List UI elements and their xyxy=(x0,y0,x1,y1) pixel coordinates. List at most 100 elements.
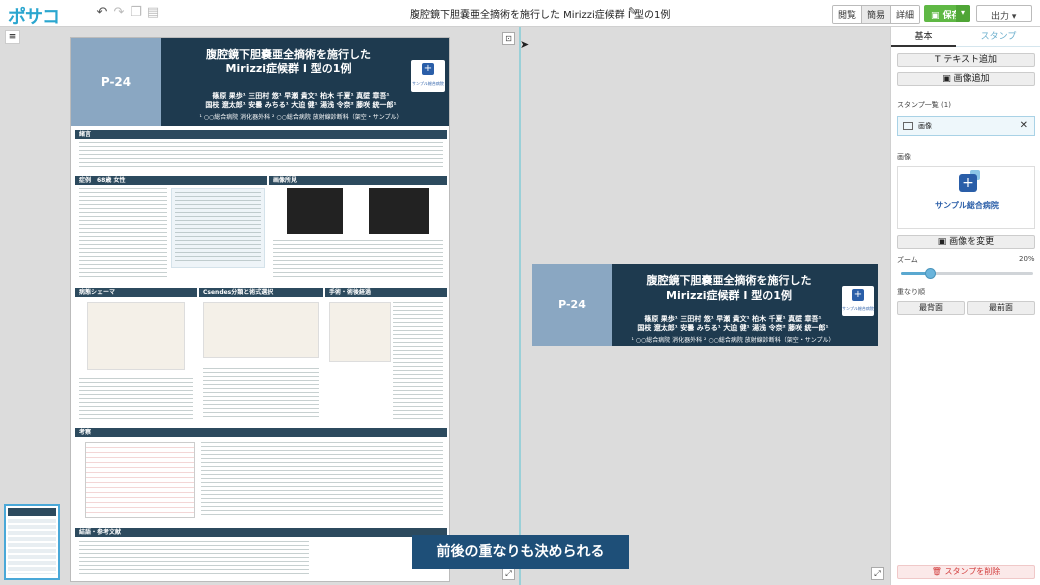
delete-stamp-label: スタンプを削除 xyxy=(944,567,1001,576)
hospital-logo-text: サンプル総合病院 xyxy=(412,81,444,86)
tab-basic[interactable]: 基本 xyxy=(891,27,956,47)
paste-icon[interactable]: ▤ xyxy=(145,5,161,20)
stamp-item-label: 画像 xyxy=(918,122,932,130)
imaging-text xyxy=(273,240,443,280)
poster-title-line1: 腹腔鏡下胆嚢亜全摘術を施行した xyxy=(206,48,371,61)
add-image-button[interactable]: ▣ 画像追加 xyxy=(897,72,1035,86)
csendes-text xyxy=(203,368,319,420)
section-operation[interactable]: 手術・術後経過 xyxy=(325,288,447,424)
section-imaging-heading: 画像所見 xyxy=(269,176,447,185)
zoom-slider-handle[interactable] xyxy=(925,268,936,279)
poster-title-line2: Mirizzi症候群 I 型の1例 xyxy=(225,62,352,75)
section-intro-text xyxy=(79,142,443,170)
case-history-text xyxy=(79,188,167,280)
stamp-authors-line1: 篠原 果歩¹ 三田村 悠¹ 早瀬 貴文¹ 柏木 千夏¹ 真壁 章吾¹ xyxy=(644,315,822,323)
case-labs-box xyxy=(171,188,265,268)
mouse-cursor-icon: ➤ xyxy=(520,38,530,51)
add-image-label: 画像追加 xyxy=(953,74,990,84)
close-icon[interactable]: ✕ xyxy=(1020,117,1028,135)
stamp-authors: 篠原 果歩¹ 三田村 悠¹ 早瀬 貴文¹ 柏木 千夏¹ 真壁 章吾¹ 国枝 遼太… xyxy=(622,315,844,333)
image-label: 画像 xyxy=(897,153,911,161)
csendes-diagram xyxy=(203,302,319,358)
stamp-hospital-logo: + サンプル総合病院 xyxy=(842,286,874,316)
stamp-affiliations: ¹ ○○総合病院 消化器外科 ² ○○総合病院 放射線診断科（架空・サンプル） xyxy=(631,337,835,344)
add-text-button[interactable]: T テキスト追加 xyxy=(897,53,1035,67)
page-thumbnail[interactable] xyxy=(4,504,60,580)
zoom-value: 20% xyxy=(1019,255,1035,263)
section-imaging[interactable]: 画像所見 xyxy=(269,176,447,284)
schema-illustration xyxy=(87,302,185,370)
stamp-title-line2: Mirizzi症候群 I 型の1例 xyxy=(666,289,792,302)
bring-to-front-button[interactable]: 最前面 xyxy=(967,301,1035,315)
send-to-back-button[interactable]: 最背面 xyxy=(897,301,965,315)
mode-detail-button[interactable]: 詳細 xyxy=(891,6,920,23)
poster-page[interactable]: P-24 腹腔鏡下胆嚢亜全摘術を施行した Mirizzi症候群 I 型の1例 篠… xyxy=(70,37,450,582)
zoom-slider[interactable] xyxy=(901,268,1033,279)
stamp-list-item[interactable]: 画像 ✕ xyxy=(897,116,1035,136)
copy-icon[interactable]: ❐ xyxy=(128,5,144,20)
undo-icon[interactable]: ↶ xyxy=(94,5,110,20)
section-schema[interactable]: 病態シェーマ xyxy=(75,288,197,424)
discussion-text xyxy=(201,442,443,518)
operation-illustration xyxy=(329,302,391,362)
fit-page-icon[interactable]: ⊡ xyxy=(502,32,515,45)
stamp-list-label: スタンプ一覧 (1) xyxy=(897,101,951,109)
thumbnail-body xyxy=(8,519,56,574)
poster-authors-line1: 篠原 果歩¹ 三田村 悠¹ 早瀬 貴文¹ 柏木 千夏¹ 真壁 章吾¹ xyxy=(212,92,390,100)
operation-text xyxy=(393,302,443,420)
top-bar: ポサコ ↶ ↷ ❐ ▤ 腹腔鏡下胆嚢亜全摘術を施行した Mirizzi症候群 I… xyxy=(0,0,1040,29)
stamp-id: P-24 xyxy=(532,264,612,346)
change-image-button[interactable]: ▣ 画像を変更 xyxy=(897,235,1035,249)
add-text-label: テキスト追加 xyxy=(943,55,998,65)
mrcp-image xyxy=(369,188,429,234)
ct-image xyxy=(287,188,343,234)
delete-stamp-button[interactable]: 🗑 スタンプを削除 xyxy=(897,565,1035,579)
app-logo[interactable]: ポサコ xyxy=(8,3,60,29)
section-intro[interactable]: 緒言 xyxy=(75,130,447,174)
order-label: 重なり順 xyxy=(897,288,925,296)
section-conclusion[interactable]: 結語・参考文献 xyxy=(75,528,447,580)
stamp-logo-text: サンプル総合病院 xyxy=(842,306,874,311)
view-mode-group: 閲覧 簡易 詳細 xyxy=(832,5,921,24)
pencil-icon[interactable]: ✎ xyxy=(628,5,637,18)
section-intro-heading: 緒言 xyxy=(75,130,447,139)
image-preview: + サンプル総合病院 xyxy=(897,166,1035,229)
section-case[interactable]: 症例 68歳 女性 xyxy=(75,176,267,284)
stamp-authors-line2: 国枝 遼太郎¹ 安曇 みちる¹ 大迫 健¹ 湯浅 令奈² 藤咲 統一郎¹ xyxy=(637,324,829,332)
preview-cross-icon: + xyxy=(959,174,977,192)
zoom-label: ズーム xyxy=(897,256,918,264)
caption-banner: 前後の重なりも決められる xyxy=(412,535,629,569)
section-operation-heading: 手術・術後経過 xyxy=(325,288,447,297)
discussion-table xyxy=(85,442,195,518)
tab-stamp[interactable]: スタンプ xyxy=(956,27,1040,47)
menu-icon[interactable]: ≡ xyxy=(5,30,20,44)
section-schema-heading: 病態シェーマ xyxy=(75,288,197,297)
section-case-heading: 症例 68歳 女性 xyxy=(75,176,267,185)
section-csendes[interactable]: Csendes分類と術式選択 xyxy=(199,288,323,424)
schema-text xyxy=(79,378,193,420)
change-image-label: 画像を変更 xyxy=(949,237,995,247)
redo-icon[interactable]: ↷ xyxy=(111,5,127,20)
case-labs-text xyxy=(175,192,261,264)
mode-simple-button[interactable]: 簡易 xyxy=(862,6,892,23)
image-icon xyxy=(903,122,913,130)
poster-affiliations: ¹ ○○総合病院 消化器外科 ² ○○総合病院 放射線診断科（架空・サンプル） xyxy=(199,114,403,121)
poster-header[interactable]: P-24 腹腔鏡下胆嚢亜全摘術を施行した Mirizzi症候群 I 型の1例 篠… xyxy=(71,38,449,126)
export-button[interactable]: 出力 ▾ xyxy=(976,5,1032,22)
poster-authors: 篠原 果歩¹ 三田村 悠¹ 早瀬 貴文¹ 柏木 千夏¹ 真壁 章吾¹ 国枝 遼太… xyxy=(181,92,421,110)
panel-tabs: 基本 スタンプ xyxy=(891,27,1040,47)
poster-id: P-24 xyxy=(71,38,161,126)
poster-authors-line2: 国枝 遼太郎¹ 安曇 みちる¹ 大迫 健¹ 湯浅 令奈² 藤咲 統一郎¹ xyxy=(205,101,397,109)
section-conclusion-heading: 結語・参考文献 xyxy=(75,528,447,537)
section-discussion-heading: 考察 xyxy=(75,428,447,437)
save-menu-chevron-icon[interactable]: ▾ xyxy=(956,5,970,22)
mode-view-button[interactable]: 閲覧 xyxy=(833,6,863,23)
alignment-guide xyxy=(519,27,521,585)
export-label: 出力 xyxy=(991,12,1010,22)
stamp-title: 腹腔鏡下胆嚢亜全摘術を施行した Mirizzi症候群 I 型の1例 xyxy=(616,273,842,303)
section-discussion[interactable]: 考察 xyxy=(75,428,447,524)
cross-icon: + xyxy=(422,63,434,75)
stamp-cross-icon: + xyxy=(852,289,864,301)
expand-right-icon[interactable]: ⤢ xyxy=(871,567,884,580)
stamp-header-image[interactable]: P-24 腹腔鏡下胆嚢亜全摘術を施行した Mirizzi症候群 I 型の1例 篠… xyxy=(532,264,878,346)
